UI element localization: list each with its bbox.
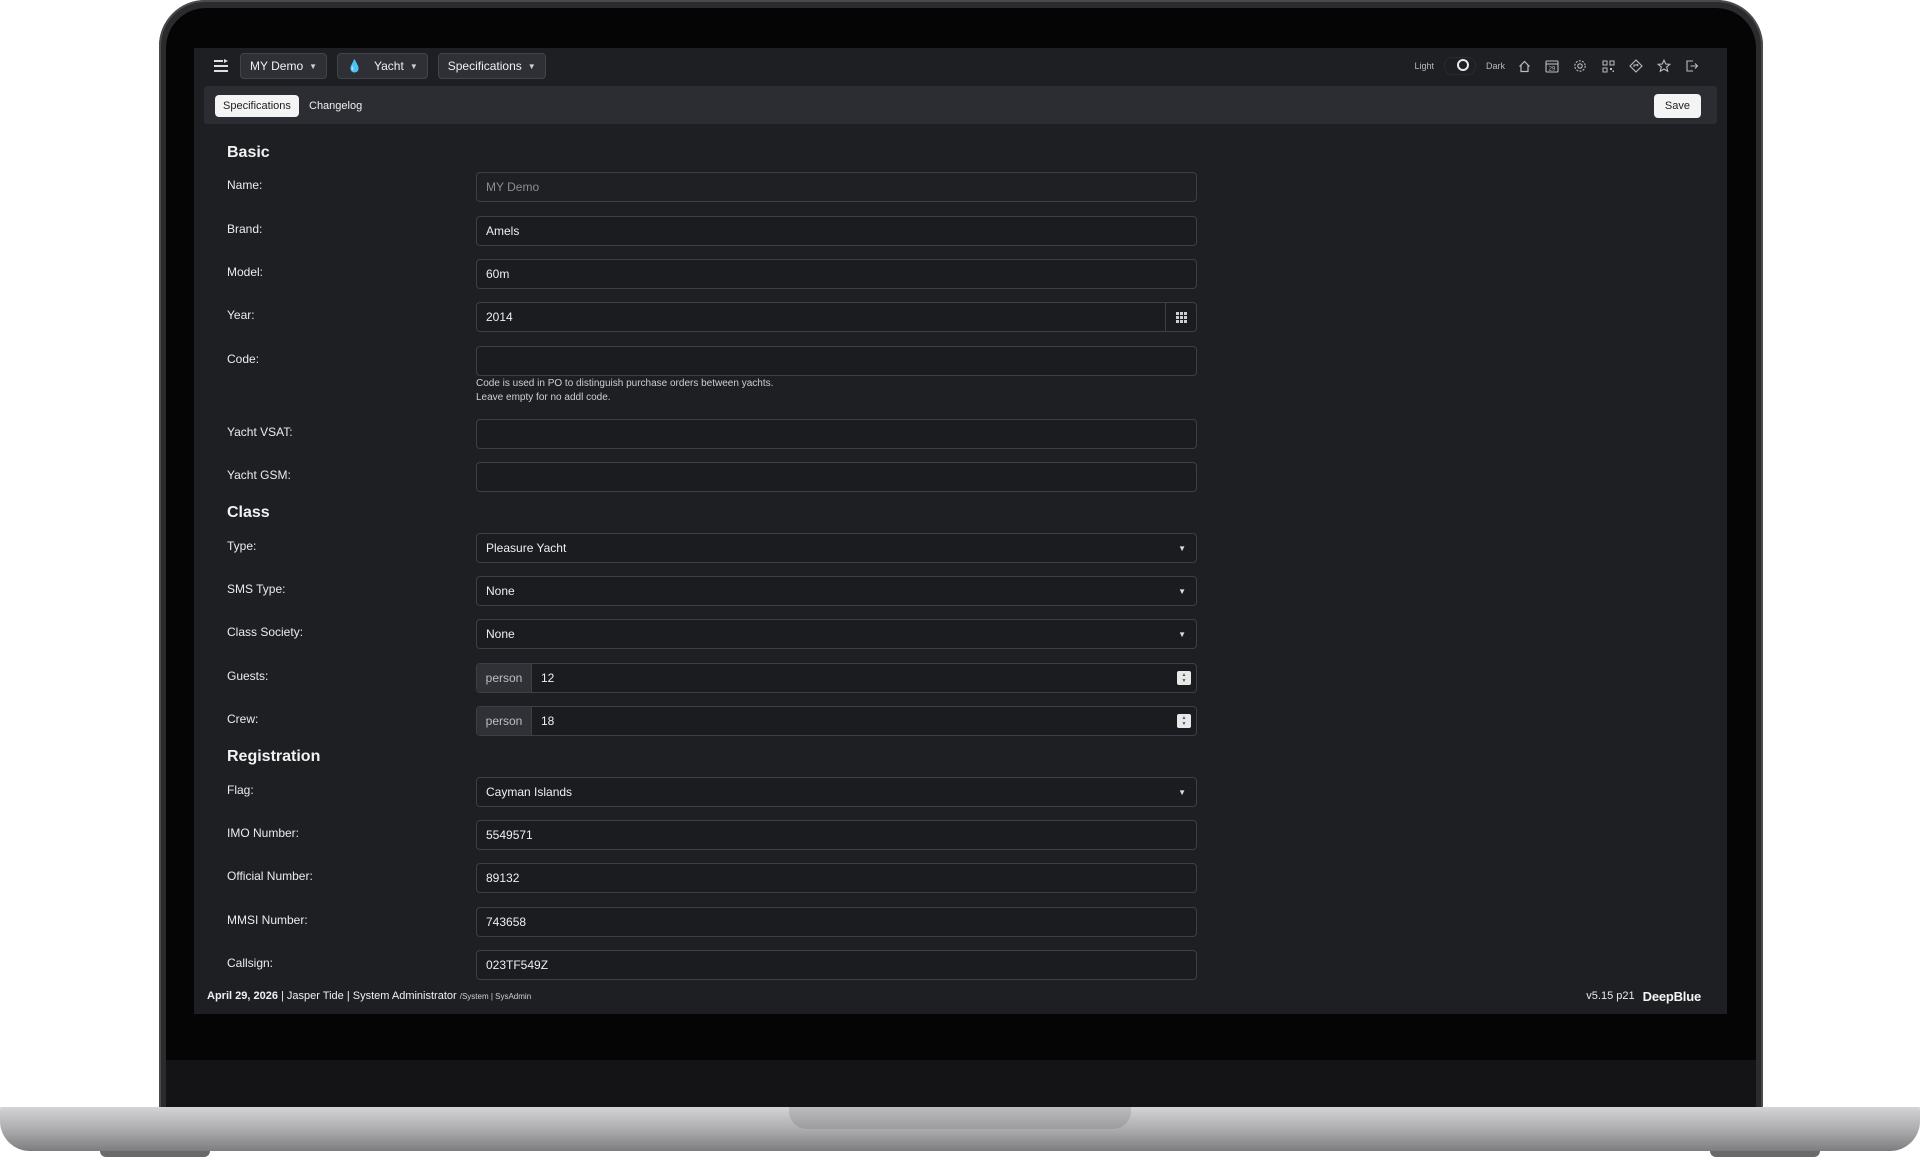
callsign-field[interactable]: 023TF549Z (476, 950, 1197, 980)
year-label: Year: (227, 308, 255, 322)
vsat-label: Yacht VSAT: (227, 425, 293, 439)
route-icon[interactable] (1627, 57, 1645, 75)
app-screen: MY Demo ▼ 💧 Yacht ▼ Specifications ▼ Lig… (194, 48, 1727, 1014)
brand-logo: DeepBlue (1642, 988, 1702, 1004)
sms-type-label: SMS Type: (227, 582, 286, 596)
type-value: Pleasure Yacht (486, 541, 567, 555)
official-number-label: Official Number: (227, 869, 313, 883)
star-icon[interactable] (1655, 57, 1673, 75)
flag-label: Flag: (227, 783, 254, 797)
brand-label: Brand: (227, 222, 263, 236)
class-society-label: Class Society: (227, 625, 304, 639)
year-value: 2014 (486, 310, 513, 324)
guests-field[interactable]: person 12 ▲ ▼ (476, 663, 1197, 693)
laptop-foot-right (1710, 1151, 1820, 1157)
class-society-select[interactable]: None ▼ (476, 619, 1197, 649)
sms-type-value: None (486, 584, 515, 598)
official-number-field[interactable]: 89132 (476, 863, 1197, 893)
section-title-registration: Registration (227, 748, 321, 765)
footer-right: v5.15 p21 DeepBlue (1586, 989, 1701, 1004)
footer-version: v5.15 p21 (1586, 990, 1635, 1002)
sms-type-select[interactable]: None ▼ (476, 576, 1197, 606)
specifications-form: Basic Name: MY Demo Brand: Amels Model: … (227, 48, 1627, 980)
brand-field[interactable]: Amels (476, 216, 1197, 246)
footer-date: April 29, 2026 (207, 990, 278, 1002)
name-label: Name: (227, 178, 263, 192)
mmsi-number-label: MMSI Number: (227, 913, 308, 927)
footer-user: | Jasper Tide | System Administrator (277, 990, 460, 1002)
imo-number-field[interactable]: 5549571 (476, 820, 1197, 850)
code-help-text: Code is used in PO to distinguish purcha… (476, 377, 773, 405)
type-select[interactable]: Pleasure Yacht ▼ (476, 533, 1197, 563)
section-title-class: Class (227, 504, 270, 521)
status-footer: April 29, 2026 | Jasper Tide | System Ad… (194, 978, 1727, 1014)
code-help-line-1: Code is used in PO to distinguish purcha… (476, 378, 774, 389)
chevron-down-icon: ▼ (1178, 544, 1186, 553)
save-button[interactable]: Save (1653, 94, 1701, 118)
crew-value: 18 (541, 714, 555, 728)
mmsi-number-value: 743658 (486, 915, 527, 929)
flag-select[interactable]: Cayman Islands ▼ (476, 777, 1197, 807)
calendar-grid-icon[interactable] (1165, 303, 1196, 331)
crew-unit: person (477, 707, 532, 735)
gsm-field[interactable] (476, 462, 1197, 492)
imo-number-label: IMO Number: (227, 826, 300, 840)
guests-stepper[interactable]: ▲ ▼ (1177, 671, 1191, 685)
crew-field[interactable]: person 18 ▲ ▼ (476, 706, 1197, 736)
laptop-hinge (166, 1060, 1756, 1110)
laptop-notch (789, 1107, 1131, 1129)
section-title-basic: Basic (227, 144, 270, 161)
guests-label: Guests: (227, 669, 269, 683)
type-label: Type: (227, 539, 257, 553)
model-field[interactable]: 60m (476, 259, 1197, 289)
guests-unit: person (477, 664, 532, 692)
callsign-value: 023TF549Z (486, 958, 549, 972)
flag-value: Cayman Islands (486, 785, 573, 799)
year-field[interactable]: 2014 (476, 302, 1197, 332)
mmsi-number-field[interactable]: 743658 (476, 907, 1197, 937)
guests-value: 12 (541, 671, 555, 685)
crew-stepper[interactable]: ▲ ▼ (1177, 714, 1191, 728)
class-society-value: None (486, 627, 515, 641)
callsign-label: Callsign: (227, 956, 274, 970)
gsm-label: Yacht GSM: (227, 468, 291, 482)
code-label: Code: (227, 352, 260, 366)
footer-context: /System | SysAdmin (459, 992, 532, 1001)
crew-label: Crew: (227, 712, 259, 726)
vsat-field[interactable] (476, 419, 1197, 449)
code-field[interactable] (476, 346, 1197, 376)
chevron-down-icon: ▼ (1178, 788, 1186, 797)
brand-value: Amels (486, 224, 520, 238)
chevron-down-icon: ▼ (1178, 587, 1186, 596)
chevron-down-icon: ▼ (1178, 630, 1186, 639)
name-value: MY Demo (486, 180, 540, 194)
name-field: MY Demo (476, 172, 1197, 202)
official-number-value: 89132 (486, 871, 520, 885)
model-label: Model: (227, 265, 264, 279)
imo-number-value: 5549571 (486, 828, 533, 842)
model-value: 60m (486, 267, 510, 281)
logout-icon[interactable] (1683, 57, 1701, 75)
code-help-line-2: Leave empty for no addl code. (476, 392, 611, 403)
laptop-foot-left (100, 1151, 210, 1157)
footer-user-info: April 29, 2026 | Jasper Tide | System Ad… (207, 990, 531, 1002)
